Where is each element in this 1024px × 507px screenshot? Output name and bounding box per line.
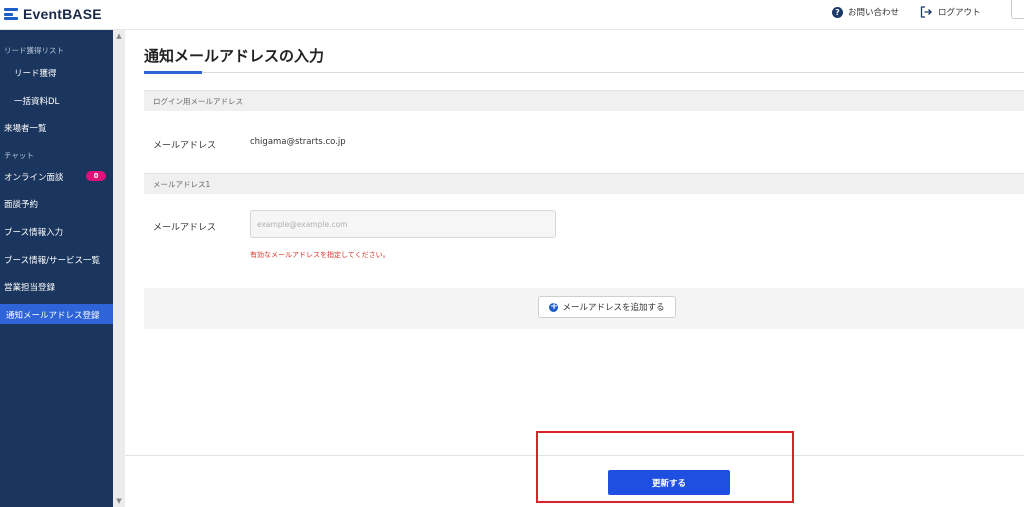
top-header: EventBASE ? お問い合わせ ログアウト (0, 0, 1024, 30)
sidebar-nav: リード獲得リスト リード獲得 一括資料DL 来場者一覧 チャット オンライン面談… (0, 30, 113, 507)
title-accent-bar (144, 71, 202, 74)
sidebar-scrollbar[interactable]: ▲ ▼ (113, 30, 125, 507)
unread-badge: 0 (86, 171, 106, 181)
logo-icon (4, 7, 18, 21)
question-circle-icon: ? (832, 6, 843, 18)
logout-icon (920, 6, 932, 18)
sidebar-item-meeting-booking[interactable]: 面談予約 (0, 198, 113, 212)
update-button[interactable]: 更新する (608, 470, 730, 495)
account-menu-button[interactable] (1011, 0, 1024, 19)
sidebar-section-chat: チャット (4, 151, 34, 160)
sidebar-item-visitors[interactable]: 来場者一覧 (0, 122, 113, 136)
sidebar-item-booth-service-list[interactable]: ブース情報/サービス一覧 (0, 254, 113, 268)
scroll-down-icon[interactable]: ▼ (113, 495, 125, 507)
login-email-label: メールアドレス (153, 141, 217, 151)
sidebar-item-lead-acquisition[interactable]: リード獲得 (0, 67, 113, 81)
eventbase-logo[interactable]: EventBASE (4, 6, 102, 22)
help-label: お問い合わせ (848, 8, 900, 18)
login-email-row: メールアドレス chigama@strarts.co.jp (144, 111, 1024, 173)
page-title: 通知メールアドレスの入力 (144, 47, 325, 65)
add-email-label: メールアドレスを追加する (562, 303, 665, 313)
sidebar-item-sales-rep[interactable]: 営業担当登録 (0, 281, 113, 295)
email1-input[interactable] (250, 210, 556, 238)
help-link[interactable]: ? お問い合わせ (832, 6, 899, 18)
email-form-card: ログイン用メールアドレス メールアドレス chigama@strarts.co.… (144, 90, 1024, 329)
footer-divider (125, 455, 1024, 456)
add-email-button[interactable]: + メールアドレスを追加する (538, 296, 676, 318)
sidebar-item-notification-email[interactable]: 通知メールアドレス登録 (0, 304, 113, 324)
title-divider (144, 72, 1024, 73)
logo-text: EventBASE (23, 6, 102, 22)
logout-label: ログアウト (938, 8, 981, 18)
sidebar-item-online-meeting[interactable]: オンライン面談 0 (0, 171, 113, 185)
login-email-value: chigama@strarts.co.jp (250, 137, 346, 147)
sidebar-item-booth-input[interactable]: ブース情報入力 (0, 226, 113, 240)
main-content: 通知メールアドレスの入力 ログイン用メールアドレス メールアドレス chigam… (125, 30, 1024, 507)
email1-section-header: メールアドレス1 (144, 173, 1024, 195)
email1-label: メールアドレス (153, 223, 217, 233)
scroll-up-icon[interactable]: ▲ (113, 30, 125, 42)
sidebar-item-bulk-download[interactable]: 一括資料DL (0, 95, 113, 109)
plus-circle-icon: + (549, 301, 559, 312)
email1-error-message: 有効なメールアドレスを指定してください。 (250, 251, 390, 259)
sidebar-section-lead-list: リード獲得リスト (4, 46, 64, 55)
logout-link[interactable]: ログアウト (920, 6, 981, 18)
email1-row: メールアドレス 有効なメールアドレスを指定してください。 (144, 194, 1024, 288)
login-email-section-header: ログイン用メールアドレス (144, 90, 1024, 112)
